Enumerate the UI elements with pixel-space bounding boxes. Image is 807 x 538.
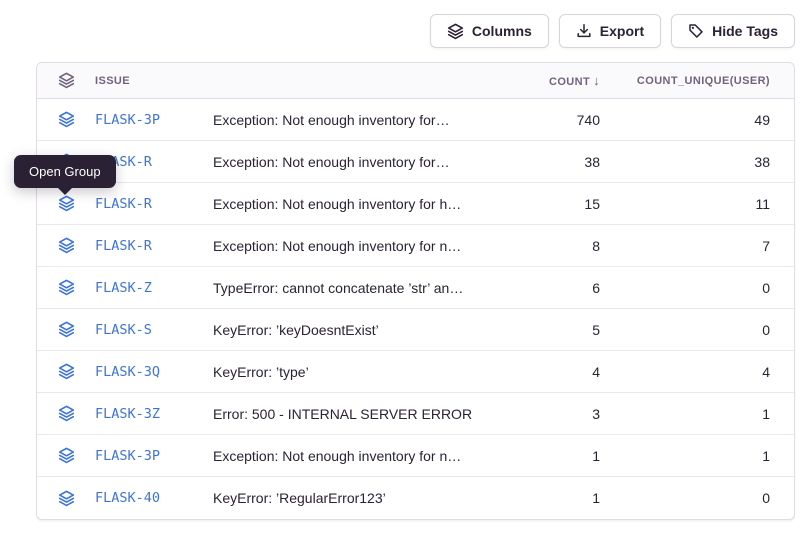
count-unique-value: 38 — [600, 154, 770, 170]
column-header-issue-label: ISSUE — [95, 75, 130, 87]
count-value: 6 — [500, 280, 600, 296]
count-unique-value: 0 — [600, 280, 770, 296]
column-header-count-label: COUNT — [549, 76, 590, 88]
open-group-icon[interactable] — [58, 111, 75, 128]
count-unique-value: 4 — [600, 364, 770, 380]
count-value: 740 — [500, 112, 600, 128]
issue-summary: KeyError: ’keyDoesntExist’ — [213, 322, 500, 338]
table-row: FLASK-S KeyError: ’keyDoesntExist’ 5 0 — [37, 309, 794, 351]
count-value: 1 — [500, 490, 600, 506]
count-value: 15 — [500, 196, 600, 212]
toolbar: Columns Export Hide Tags — [430, 14, 795, 48]
count-value: 1 — [500, 448, 600, 464]
column-header-issue[interactable]: ISSUE — [37, 72, 213, 89]
columns-button-label: Columns — [472, 23, 532, 39]
open-group-tooltip: Open Group — [14, 155, 116, 188]
sort-descending-icon: ↓ — [593, 73, 600, 88]
issue-summary: Error: 500 - INTERNAL SERVER ERROR — [213, 406, 500, 422]
issue-summary: KeyError: ’RegularError123’ — [213, 490, 500, 506]
count-unique-value: 0 — [600, 490, 770, 506]
table-header-row: ISSUE COUNT↓ COUNT_UNIQUE(USER) — [37, 63, 794, 99]
issue-summary: Exception: Not enough inventory for h… — [213, 196, 500, 212]
table-row: FLASK-R Exception: Not enough inventory … — [37, 225, 794, 267]
export-button[interactable]: Export — [559, 14, 661, 48]
issue-summary: KeyError: ’type’ — [213, 364, 500, 380]
count-value: 5 — [500, 322, 600, 338]
issue-link[interactable]: FLASK-R — [95, 196, 152, 212]
issue-link[interactable]: FLASK-40 — [95, 490, 160, 506]
issue-summary: TypeError: cannot concatenate ’str’ an… — [213, 280, 500, 296]
issue-summary: Exception: Not enough inventory for n… — [213, 448, 500, 464]
issue-link[interactable]: FLASK-3P — [95, 112, 160, 128]
issue-link[interactable]: FLASK-S — [95, 322, 152, 338]
tag-icon — [688, 23, 704, 39]
results-table: ISSUE COUNT↓ COUNT_UNIQUE(USER) FLASK-3P… — [36, 62, 795, 520]
table-row: FLASK-3P Exception: Not enough inventory… — [37, 435, 794, 477]
open-group-tooltip-label: Open Group — [29, 164, 101, 179]
count-unique-value: 49 — [600, 112, 770, 128]
count-unique-value: 1 — [600, 448, 770, 464]
count-unique-value: 1 — [600, 406, 770, 422]
issue-summary: Exception: Not enough inventory for n… — [213, 238, 500, 254]
open-group-icon[interactable] — [58, 490, 75, 507]
issue-link[interactable]: FLASK-Z — [95, 280, 152, 296]
stack-icon — [447, 23, 464, 40]
column-header-count[interactable]: COUNT↓ — [500, 73, 600, 88]
issue-link[interactable]: FLASK-3Q — [95, 364, 160, 380]
issue-summary: Exception: Not enough inventory for… — [213, 112, 500, 128]
open-group-icon[interactable] — [58, 405, 75, 422]
stack-icon — [58, 72, 75, 89]
count-value: 4 — [500, 364, 600, 380]
table-row: FLASK-R Exception: Not enough inventory … — [37, 183, 794, 225]
open-group-icon[interactable] — [58, 195, 75, 212]
issue-link[interactable]: FLASK-3Z — [95, 406, 160, 422]
table-row: FLASK-3Q KeyError: ’type’ 4 4 — [37, 351, 794, 393]
count-value: 3 — [500, 406, 600, 422]
columns-button[interactable]: Columns — [430, 14, 549, 48]
table-row: FLASK-R Exception: Not enough inventory … — [37, 141, 794, 183]
open-group-icon[interactable] — [58, 321, 75, 338]
count-value: 38 — [500, 154, 600, 170]
hide-tags-button[interactable]: Hide Tags — [671, 14, 795, 48]
open-group-icon[interactable] — [58, 237, 75, 254]
open-group-icon[interactable] — [58, 363, 75, 380]
hide-tags-button-label: Hide Tags — [712, 23, 778, 39]
issue-summary: Exception: Not enough inventory for… — [213, 154, 500, 170]
download-icon — [576, 23, 592, 39]
issue-link[interactable]: FLASK-3P — [95, 448, 160, 464]
table-row: FLASK-Z TypeError: cannot concatenate ’s… — [37, 267, 794, 309]
column-header-count-unique[interactable]: COUNT_UNIQUE(USER) — [600, 75, 770, 87]
count-value: 8 — [500, 238, 600, 254]
issue-link[interactable]: FLASK-R — [95, 238, 152, 254]
table-row: FLASK-3Z Error: 500 - INTERNAL SERVER ER… — [37, 393, 794, 435]
column-header-count-unique-label: COUNT_UNIQUE(USER) — [637, 75, 770, 87]
export-button-label: Export — [600, 23, 644, 39]
open-group-icon[interactable] — [58, 279, 75, 296]
count-unique-value: 11 — [600, 196, 770, 212]
open-group-icon[interactable] — [58, 447, 75, 464]
count-unique-value: 7 — [600, 238, 770, 254]
table-row: FLASK-40 KeyError: ’RegularError123’ 1 0 — [37, 477, 794, 519]
table-row: FLASK-3P Exception: Not enough inventory… — [37, 99, 794, 141]
count-unique-value: 0 — [600, 322, 770, 338]
